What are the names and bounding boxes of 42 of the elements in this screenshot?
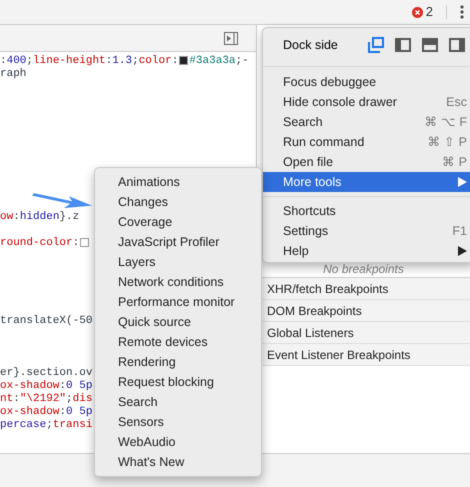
menu-item[interactable]: Changes	[95, 192, 261, 212]
dock-bottom-icon[interactable]	[422, 37, 438, 53]
code-line: ow:hidden}.z	[0, 211, 80, 224]
menu-item[interactable]: Search	[95, 392, 261, 412]
color-swatch[interactable]	[179, 56, 188, 65]
code-line: nt:"\2192";dis	[0, 393, 92, 406]
menu-item[interactable]: Sensors	[95, 412, 261, 432]
menu-item[interactable]: Shortcuts	[263, 201, 470, 221]
code-line: er}.section.ov	[0, 367, 92, 380]
error-count[interactable]: 2	[426, 2, 433, 22]
undock-icon[interactable]	[368, 37, 384, 53]
menu-item[interactable]: JavaScript Profiler	[95, 232, 261, 252]
menu-item[interactable]: WebAudio	[95, 432, 261, 452]
code-line: ox-shadow:0 5p	[0, 380, 92, 393]
menu-item[interactable]: Focus debuggee	[263, 72, 470, 92]
code-line: percase;transi	[0, 419, 92, 432]
dock-left-icon[interactable]	[395, 37, 411, 53]
menu-item[interactable]: More tools	[263, 172, 470, 192]
error-icon	[412, 6, 423, 18]
arrow-icon	[32, 190, 94, 210]
dock-side-label: Dock side	[283, 36, 339, 54]
menu-item[interactable]: Settings F1	[263, 221, 470, 241]
menu-item[interactable]: Animations	[95, 172, 261, 192]
menu-item[interactable]: Coverage	[95, 212, 261, 232]
code-line: :400;line-height:1.3;color: #3a3a3a;-	[0, 55, 249, 68]
code-line: ox-shadow:0 5p	[0, 406, 92, 419]
dock-right-icon[interactable]	[449, 37, 465, 53]
menu-item[interactable]: Run command ⌘ ⇧ P	[263, 132, 470, 152]
color-swatch[interactable]	[80, 238, 90, 247]
menu-item[interactable]: Help	[263, 241, 470, 261]
menu-item[interactable]: Layers	[95, 252, 261, 272]
menu-item[interactable]: Hide console drawer Esc	[263, 92, 470, 112]
code-line: translateX(-50	[0, 315, 92, 328]
sidebar-toggle-icon[interactable]	[224, 32, 238, 44]
menu-icon[interactable]	[460, 5, 464, 19]
menu-item[interactable]: Open file ⌘ P	[263, 152, 470, 172]
menu-item[interactable]: Request blocking	[95, 372, 261, 392]
code-line: round-color:	[0, 237, 90, 250]
code-line: raph	[0, 68, 26, 81]
menu-item[interactable]: Search ⌘ ⌥ F	[263, 112, 470, 132]
empty-note: No breakpoints	[323, 260, 404, 278]
menu-item[interactable]: What's New	[95, 452, 261, 472]
